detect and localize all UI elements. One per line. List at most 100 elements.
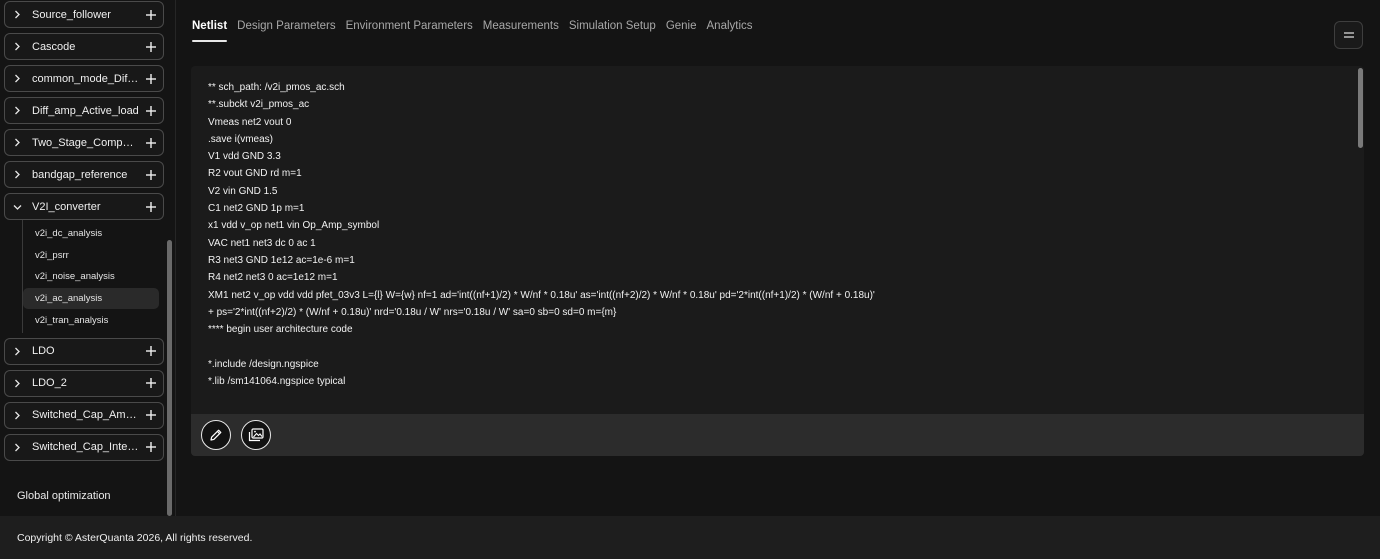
chevron-right-icon [15, 347, 20, 356]
project-name: Source_follower [32, 8, 111, 21]
project-name: V2I_converter [32, 200, 101, 213]
project-item[interactable]: Diff_amp_Active_load [4, 97, 164, 124]
expand-toggle[interactable] [5, 203, 29, 211]
netlist-line: V2 vin GND 1.5 [208, 185, 278, 197]
netlist-line: .save i(vmeas) [208, 133, 274, 145]
netlist-line: ** sch_path: /v2i_pmos_ac.sch [208, 82, 345, 93]
expand-toggle[interactable] [5, 74, 29, 83]
chevron-right-icon [15, 170, 20, 179]
footer: Copyright © AsterQuanta 2026, All rights… [0, 516, 1380, 559]
netlist-code[interactable]: ** sch_path: /v2i_pmos_ac.sch **.subckt v… [208, 79, 1348, 390]
add-button[interactable] [139, 194, 163, 219]
plus-icon [146, 346, 156, 357]
chevron-right-icon [15, 10, 20, 19]
add-button[interactable] [139, 66, 163, 91]
chevron-right-icon [15, 106, 20, 115]
expand-toggle[interactable] [5, 411, 29, 420]
plus-icon [146, 9, 156, 20]
tab-environment-parameters[interactable]: Environment Parameters [346, 20, 473, 42]
analysis-item[interactable]: v2i_psrr [23, 245, 159, 267]
project-item[interactable]: Switched_Cap_Integr... [4, 433, 164, 461]
expand-toggle[interactable] [5, 379, 29, 388]
sidebar: Source_follower Cascode common_mode_Diffa.… [0, 0, 176, 516]
netlist-line: VAC net1 net3 dc 0 ac 1 [208, 237, 316, 249]
netlist-line: R2 vout GND rd m=1 [208, 168, 302, 180]
add-button[interactable] [139, 2, 163, 27]
plus-icon [146, 169, 156, 180]
expand-toggle[interactable] [5, 42, 29, 51]
tab-analytics[interactable]: Analytics [707, 20, 753, 42]
add-button[interactable] [139, 34, 163, 59]
add-button[interactable] [139, 403, 163, 428]
sidebar-scrollbar[interactable] [167, 240, 172, 516]
netlist-line: XM1 net2 v_op vdd vdd pfet_03v3 L={l} W=… [208, 289, 875, 301]
add-button[interactable] [139, 162, 163, 187]
tab-design-parameters[interactable]: Design Parameters [237, 20, 335, 42]
plus-icon [146, 41, 156, 52]
project-name: LDO_2 [32, 377, 67, 390]
chevron-right-icon [15, 138, 20, 147]
project-name: Switched_Cap_Integr... [32, 441, 139, 454]
expand-toggle[interactable] [5, 443, 29, 452]
image-gallery-icon [248, 428, 264, 442]
project-name: Diff_amp_Active_load [32, 104, 139, 117]
netlist-line: *.include /design.ngspice [208, 358, 319, 370]
plus-icon [146, 410, 156, 421]
menu-button[interactable] [1334, 21, 1363, 49]
expand-toggle[interactable] [5, 170, 29, 179]
tab-measurements[interactable]: Measurements [483, 20, 559, 42]
netlist-line: C1 net2 GND 1p m=1 [208, 203, 305, 215]
tab-netlist[interactable]: Netlist [192, 20, 228, 42]
chevron-right-icon [15, 379, 20, 388]
netlist-scrollbar[interactable] [1358, 68, 1363, 148]
plus-icon [146, 442, 156, 453]
project-name: Cascode [32, 40, 76, 53]
tab-simulation-setup[interactable]: Simulation Setup [569, 20, 656, 42]
project-item[interactable]: bandgap_reference [4, 161, 164, 188]
netlist-line: V1 vdd GND 3.3 [208, 151, 281, 163]
add-button[interactable] [139, 98, 163, 123]
analysis-item[interactable]: v2i_dc_analysis [23, 223, 159, 245]
app-root: Source_follower Cascode common_mode_Diffa.… [0, 0, 1380, 559]
project-list: Source_follower Cascode common_mode_Diffa.… [4, 0, 164, 461]
expand-toggle[interactable] [5, 138, 29, 147]
project-item[interactable]: Source_follower [4, 1, 164, 28]
plus-icon [146, 105, 156, 116]
analysis-item[interactable]: v2i_ac_analysis [23, 287, 159, 310]
project-name: common_mode_Diffa... [32, 72, 139, 85]
netlist-line: **** begin user architecture code [208, 324, 353, 336]
tab-genie[interactable]: Genie [666, 20, 697, 42]
project-item[interactable]: Two_Stage_Compara... [4, 129, 164, 156]
analysis-item[interactable]: v2i_tran_analysis [23, 309, 159, 331]
project-item[interactable]: LDO [4, 337, 164, 365]
netlist-line: R3 net3 GND 1e12 ac=1e-6 m=1 [208, 254, 355, 266]
add-button[interactable] [139, 371, 163, 396]
netlist-line: *.lib /sm141064.ngspice typical [208, 376, 346, 388]
analysis-item[interactable]: v2i_noise_analysis [23, 266, 159, 288]
global-optimization-link[interactable]: Global optimization [17, 490, 111, 502]
expand-toggle[interactable] [5, 347, 29, 356]
project-item[interactable]: Cascode [4, 33, 164, 60]
copyright-text: Copyright © AsterQuanta 2026, All rights… [17, 531, 253, 544]
expand-toggle[interactable] [5, 10, 29, 19]
project-name: Switched_Cap_Ampli... [32, 409, 139, 422]
pencil-icon [210, 429, 222, 441]
project-item[interactable]: LDO_2 [4, 369, 164, 397]
chevron-down-icon [13, 204, 21, 210]
plus-icon [146, 137, 156, 148]
add-button[interactable] [139, 435, 163, 460]
project-name: Two_Stage_Compara... [32, 136, 139, 149]
expand-toggle[interactable] [5, 106, 29, 115]
project-name: LDO [32, 345, 55, 358]
edit-button[interactable] [201, 420, 231, 450]
add-button[interactable] [139, 339, 163, 364]
plus-icon [146, 201, 156, 212]
project-item[interactable]: V2I_converter [4, 193, 164, 220]
menu-icon [1343, 32, 1354, 38]
project-item[interactable]: Switched_Cap_Ampli... [4, 401, 164, 429]
netlist-line [208, 338, 1348, 355]
project-item[interactable]: common_mode_Diffa... [4, 65, 164, 92]
gallery-button[interactable] [241, 420, 271, 450]
tab-bar: Netlist Design Parameters Environment Para… [192, 20, 763, 42]
add-button[interactable] [139, 130, 163, 155]
